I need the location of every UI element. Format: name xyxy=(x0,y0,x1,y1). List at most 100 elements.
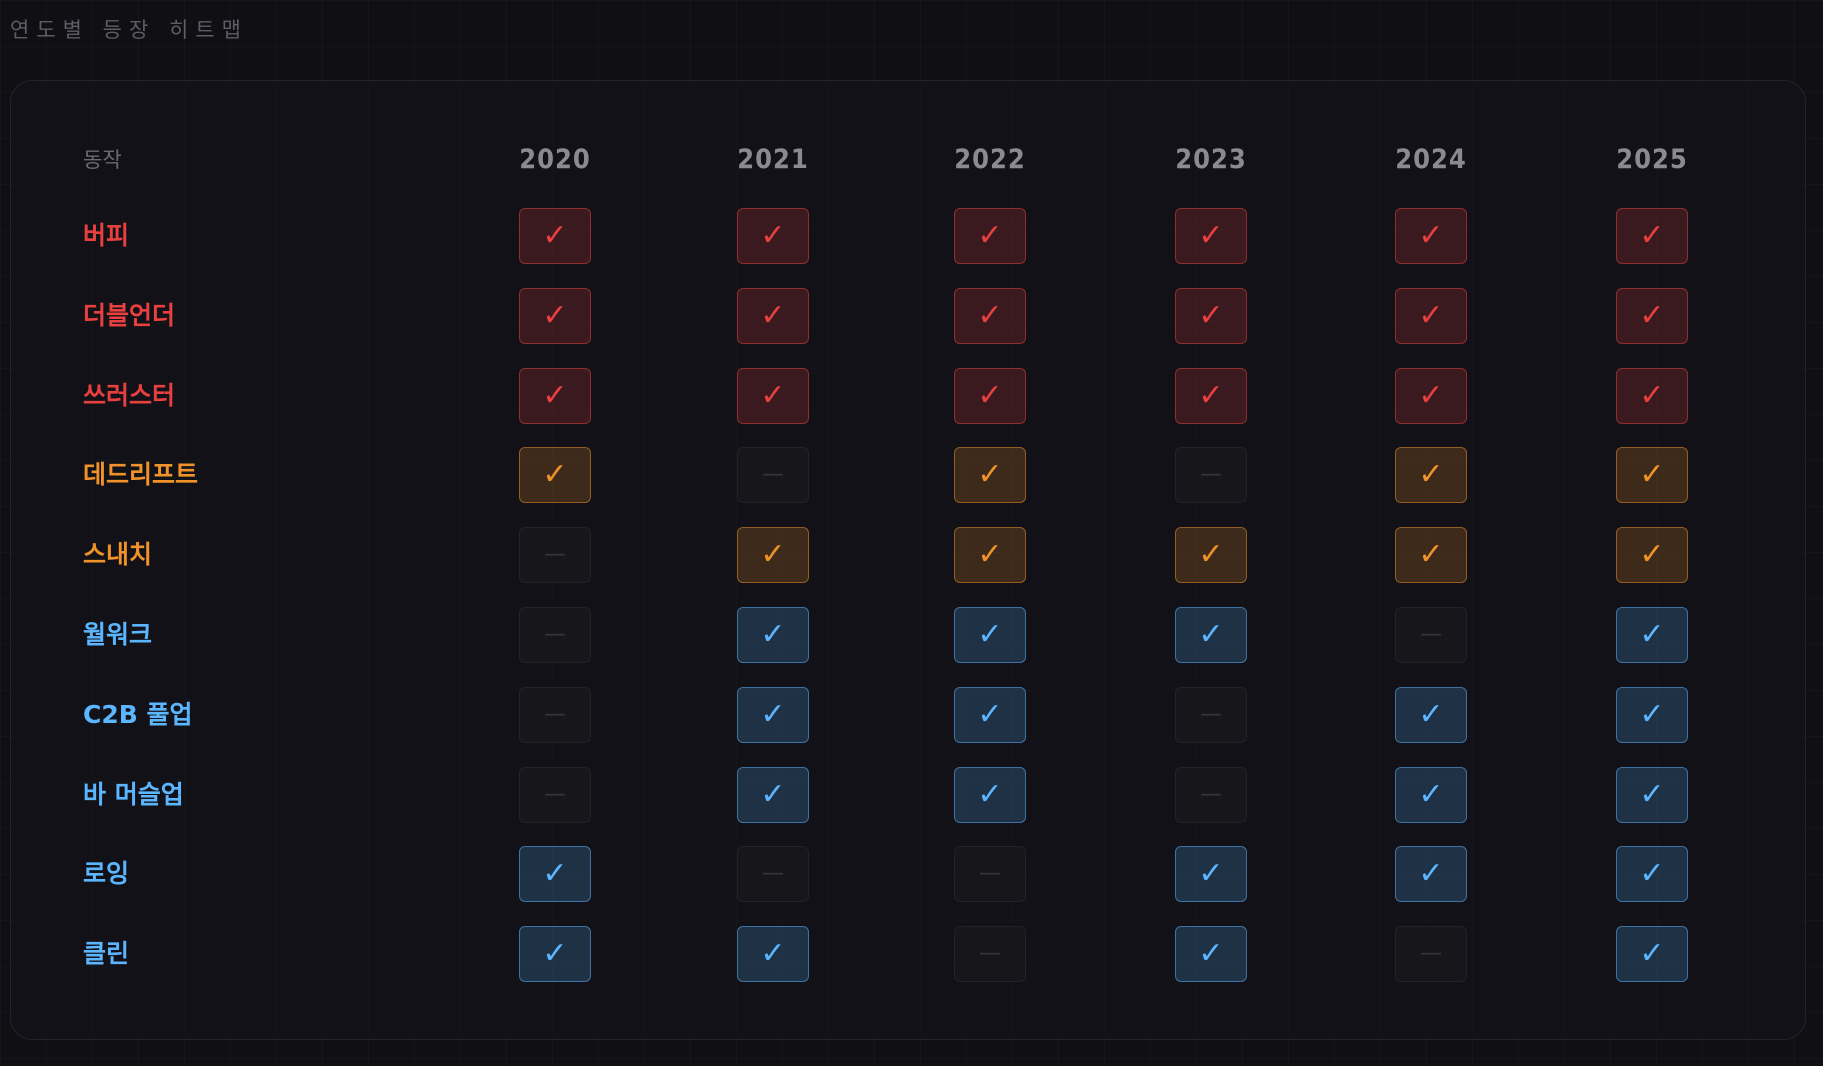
check-icon: ✓ xyxy=(1639,297,1665,333)
check-icon: ✓ xyxy=(977,696,1003,732)
heatmap-cell-present: ✓ xyxy=(954,607,1026,663)
heatmap-cell-present: ✓ xyxy=(1395,447,1467,504)
check-icon: ✓ xyxy=(1198,537,1224,573)
check-icon: ✓ xyxy=(1639,377,1665,413)
dash-icon: — xyxy=(979,941,1001,967)
heatmap-cell-present: ✓ xyxy=(1616,846,1688,903)
check-icon: ✓ xyxy=(977,218,1003,253)
dash-icon: — xyxy=(762,462,784,488)
check-icon: ✓ xyxy=(1198,218,1224,253)
heatmap-cell-present: ✓ xyxy=(1175,367,1247,424)
row-header-label: 동작 xyxy=(83,148,122,172)
check-icon: ✓ xyxy=(542,218,568,253)
check-icon: ✓ xyxy=(542,936,568,972)
row-label: 더블언더 xyxy=(83,300,176,330)
check-icon: ✓ xyxy=(1418,457,1444,493)
heatmap-cell-present: ✓ xyxy=(1175,287,1247,344)
check-icon: ✓ xyxy=(760,218,786,253)
check-icon: ✓ xyxy=(1418,696,1444,732)
heatmap-cell-present: ✓ xyxy=(737,686,809,743)
check-icon: ✓ xyxy=(1418,377,1444,413)
check-icon: ✓ xyxy=(1198,377,1224,413)
heatmap-cell-present: ✓ xyxy=(737,527,809,584)
heatmap-cell-absent: — xyxy=(1395,607,1467,663)
heatmap-cell-present: ✓ xyxy=(737,367,809,424)
row-label: 스내치 xyxy=(83,540,153,570)
heatmap-cell-present: ✓ xyxy=(737,926,809,983)
check-icon: ✓ xyxy=(1639,696,1665,732)
dash-icon: — xyxy=(544,701,566,727)
check-icon: ✓ xyxy=(760,297,786,333)
heatmap-cell-present: ✓ xyxy=(1175,846,1247,903)
heatmap-cell-absent: — xyxy=(519,607,591,663)
heatmap-cell-present: ✓ xyxy=(1175,527,1247,584)
row-label: 바 머슬업 xyxy=(83,779,184,809)
heatmap-cell-present: ✓ xyxy=(1616,766,1688,823)
heatmap-cell-absent: — xyxy=(954,846,1026,903)
heatmap-cell-present: ✓ xyxy=(737,607,809,663)
heatmap-cell-absent: — xyxy=(1175,686,1247,743)
dash-icon: — xyxy=(1200,462,1222,488)
check-icon: ✓ xyxy=(1418,537,1444,573)
dash-icon: — xyxy=(979,861,1001,887)
check-icon: ✓ xyxy=(1639,936,1665,972)
heatmap-cell-present: ✓ xyxy=(1395,686,1467,743)
heatmap-cell-present: ✓ xyxy=(737,766,809,823)
heatmap-cell-absent: — xyxy=(519,766,591,823)
check-icon: ✓ xyxy=(1639,457,1665,493)
heatmap-cell-absent: — xyxy=(954,926,1026,983)
dash-icon: — xyxy=(544,542,566,568)
dash-icon: — xyxy=(1200,701,1222,727)
heatmap-cell-present: ✓ xyxy=(737,208,809,264)
row-label: C2B 풀업 xyxy=(83,699,193,729)
year-label-2025: 2025 xyxy=(1616,144,1688,175)
heatmap-cell-present: ✓ xyxy=(1395,766,1467,823)
heatmap-cell-present: ✓ xyxy=(1395,208,1467,264)
check-icon: ✓ xyxy=(977,457,1003,493)
check-icon: ✓ xyxy=(542,856,568,892)
heatmap-cell-present: ✓ xyxy=(1395,287,1467,344)
heatmap-cell-present: ✓ xyxy=(1616,607,1688,663)
row-label: 쓰러스터 xyxy=(83,380,176,410)
heatmap-cell-present: ✓ xyxy=(954,527,1026,584)
heatmap-cell-absent: — xyxy=(1175,447,1247,504)
dash-icon: — xyxy=(1200,781,1222,807)
heatmap-cell-present: ✓ xyxy=(1616,926,1688,983)
heatmap-cell-present: ✓ xyxy=(519,367,591,424)
check-icon: ✓ xyxy=(1639,856,1665,892)
check-icon: ✓ xyxy=(542,377,568,413)
check-icon: ✓ xyxy=(760,537,786,573)
check-icon: ✓ xyxy=(1418,297,1444,333)
heatmap-cell-present: ✓ xyxy=(519,846,591,903)
check-icon: ✓ xyxy=(760,617,786,652)
year-label-2020: 2020 xyxy=(519,144,591,175)
check-icon: ✓ xyxy=(760,936,786,972)
check-icon: ✓ xyxy=(1198,297,1224,333)
heatmap-cell-present: ✓ xyxy=(519,926,591,983)
heatmap-cell-present: ✓ xyxy=(954,208,1026,264)
heatmap-cell-present: ✓ xyxy=(1175,926,1247,983)
row-label: 버피 xyxy=(83,221,130,250)
heatmap-cell-absent: — xyxy=(519,527,591,584)
heatmap-cell-present: ✓ xyxy=(1616,208,1688,264)
heatmap-cell-present: ✓ xyxy=(1175,607,1247,663)
check-icon: ✓ xyxy=(542,457,568,493)
check-icon: ✓ xyxy=(1418,776,1444,812)
heatmap-cell-present: ✓ xyxy=(954,287,1026,344)
heatmap-cell-absent: — xyxy=(1395,926,1467,983)
heatmap-cell-present: ✓ xyxy=(954,367,1026,424)
heatmap-cell-present: ✓ xyxy=(1616,287,1688,344)
heatmap-cell-present: ✓ xyxy=(519,208,591,264)
check-icon: ✓ xyxy=(1639,617,1665,652)
heatmap-cell-present: ✓ xyxy=(519,287,591,344)
year-label-2023: 2023 xyxy=(1175,144,1247,175)
heatmap-cell-absent: — xyxy=(1175,766,1247,823)
row-label: 데드리프트 xyxy=(83,460,199,490)
heatmap-cell-present: ✓ xyxy=(954,686,1026,743)
dash-icon: — xyxy=(762,861,784,887)
year-label-2024: 2024 xyxy=(1395,144,1467,175)
heatmap-cell-absent: — xyxy=(519,686,591,743)
heatmap-cell-present: ✓ xyxy=(737,287,809,344)
dash-icon: — xyxy=(544,622,566,647)
row-label: 로잉 xyxy=(83,859,130,889)
